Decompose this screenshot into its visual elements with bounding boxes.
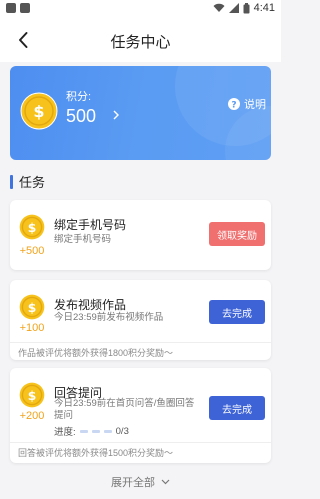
page-title: 任务中心 [110, 34, 171, 51]
progress-segment [103, 429, 112, 433]
task-reward: +200 [19, 410, 45, 422]
task-reward: +100 [19, 322, 45, 334]
points-label: 积分: [66, 91, 92, 103]
coin-icon: $ [19, 214, 45, 240]
help-label: 说明 [244, 99, 266, 111]
question-icon: ? [228, 98, 240, 110]
signal-icon [228, 3, 239, 13]
svg-text:$: $ [28, 221, 37, 235]
clock: 4:41 [253, 2, 275, 14]
task-card-answer-question: $ +200 回答提问 今日23:59前在首页问答/鱼圈回答提问 进度: 0/3… [10, 368, 271, 463]
chevron-right-icon[interactable] [112, 110, 120, 120]
task-card-bind-phone: $ +500 绑定手机号码 绑定手机号码 领取奖励 [10, 200, 271, 270]
task-reward: +500 [19, 245, 45, 257]
notification-icon [20, 3, 30, 13]
task-card-post-video: $ +100 发布视频作品 今日23:59前发布视频作品 去完成 作品被评优将额… [10, 280, 271, 360]
nav-bar: 任务中心 [0, 18, 281, 62]
progress-segment [91, 429, 100, 433]
coin-icon: $ [19, 294, 45, 320]
chevron-down-icon [161, 479, 170, 485]
expand-all-button[interactable]: 展开全部 [0, 474, 281, 490]
section-title: 任务 [19, 175, 46, 190]
task-bonus-note: 作品被评优将额外获得1800积分奖励～ [10, 342, 271, 360]
task-title: 绑定手机号码 [54, 218, 127, 232]
task-bonus-note: 回答被评优将额外获得1500积分奖励～ [10, 442, 271, 460]
progress-segment [79, 429, 88, 433]
section-marker [10, 174, 13, 189]
help-link[interactable]: ? 说明 [228, 96, 266, 112]
claim-reward-button[interactable]: 领取奖励 [209, 222, 265, 246]
expand-label: 展开全部 [111, 477, 155, 489]
task-title: 发布视频作品 [54, 298, 127, 312]
svg-text:$: $ [28, 389, 37, 403]
svg-text:$: $ [28, 301, 37, 315]
svg-text:$: $ [33, 102, 44, 121]
coin-icon: $ [20, 92, 58, 130]
section-header: 任务 [10, 172, 45, 191]
task-desc: 今日23:59前发布视频作品 [54, 312, 164, 323]
coin-icon: $ [19, 382, 45, 408]
go-complete-button[interactable]: 去完成 [209, 300, 265, 324]
task-desc: 今日23:59前在首页问答/鱼圈回答提问 [54, 398, 195, 421]
progress-label: 进度: [54, 427, 76, 438]
go-complete-button[interactable]: 去完成 [209, 396, 265, 420]
task-desc: 绑定手机号码 [54, 234, 112, 245]
wifi-icon [213, 3, 225, 12]
task-progress: 进度: 0/3 [54, 424, 129, 439]
battery-icon [243, 2, 250, 13]
svg-text:?: ? [231, 101, 236, 111]
status-bar: 4:41 [0, 0, 281, 18]
points-card[interactable]: $ 积分: 500 ? 说明 [10, 66, 271, 160]
progress-value: 0/3 [115, 425, 129, 437]
notification-icon [6, 3, 16, 13]
points-value: 500 [66, 106, 97, 126]
